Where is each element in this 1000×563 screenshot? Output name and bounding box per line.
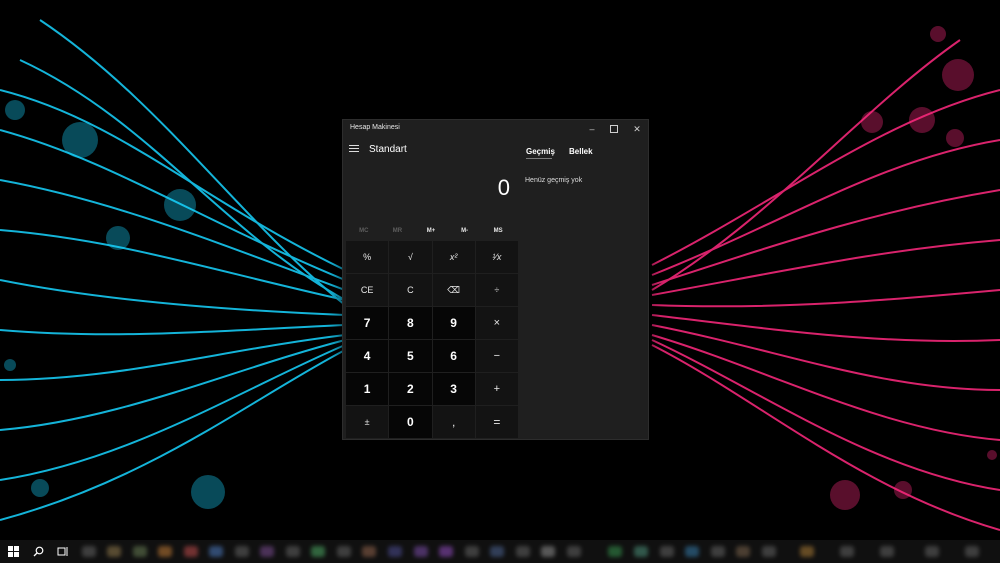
equals-button[interactable]: = — [475, 406, 518, 438]
subtract-button[interactable]: − — [475, 340, 518, 372]
taskbar-app-icon[interactable] — [388, 546, 402, 557]
digit-3-button[interactable]: 3 — [432, 373, 475, 405]
taskbar-app-icon[interactable] — [567, 546, 581, 557]
title-bar[interactable]: Hesap Makinesi – ✕ — [343, 120, 648, 138]
decimal-button[interactable]: , — [432, 406, 475, 438]
taskbar-app-icon[interactable] — [82, 546, 96, 557]
taskbar-app-icon[interactable] — [107, 546, 121, 557]
empty-history-message: Henüz geçmiş yok — [525, 177, 583, 184]
calculator-mode-title: Standart — [369, 144, 407, 155]
window-title: Hesap Makinesi — [350, 124, 400, 131]
taskbar-app-icon[interactable] — [439, 546, 453, 557]
clear-entry-button[interactable]: CE — [346, 274, 389, 306]
taskbar-app-icon[interactable] — [840, 546, 854, 557]
start-button[interactable] — [6, 544, 21, 559]
digit-9-button[interactable]: 9 — [432, 307, 475, 339]
tab-history[interactable]: Geçmiş — [526, 147, 555, 156]
taskbar-app-icon[interactable] — [762, 546, 776, 557]
square-root-button[interactable]: √ — [389, 241, 432, 273]
taskbar-app-icon[interactable] — [516, 546, 530, 557]
digit-5-button[interactable]: 5 — [389, 340, 432, 372]
taskbar-app-icon[interactable] — [260, 546, 274, 557]
memory-row: MC MR M+ M- MS — [347, 224, 515, 238]
windows-logo-icon — [8, 546, 19, 557]
keypad: % √ x² ¹⁄x CE C ⌫ ÷ 7 8 9 × 4 5 6 − 1 2 … — [346, 241, 518, 438]
task-view-icon — [57, 547, 67, 556]
taskbar — [0, 540, 1000, 563]
memory-recall-button[interactable]: MR — [381, 224, 415, 238]
maximize-button[interactable] — [603, 120, 625, 138]
taskbar-app-icon[interactable] — [965, 546, 979, 557]
negate-button[interactable]: ± — [346, 406, 389, 438]
taskbar-app-icon[interactable] — [158, 546, 172, 557]
taskbar-app-icon[interactable] — [465, 546, 479, 557]
taskbar-app-icon[interactable] — [209, 546, 223, 557]
search-button[interactable] — [31, 544, 46, 559]
backspace-button[interactable]: ⌫ — [432, 274, 475, 306]
square-button[interactable]: x² — [432, 241, 475, 273]
digit-2-button[interactable]: 2 — [389, 373, 432, 405]
taskbar-app-icon[interactable] — [736, 546, 750, 557]
taskbar-app-icon[interactable] — [541, 546, 555, 557]
digit-7-button[interactable]: 7 — [346, 307, 389, 339]
taskbar-app-icon[interactable] — [925, 546, 939, 557]
taskbar-app-icon[interactable] — [660, 546, 674, 557]
taskbar-app-icon[interactable] — [414, 546, 428, 557]
close-icon: ✕ — [633, 123, 641, 134]
result-display: 0 — [497, 175, 510, 200]
taskbar-app-icon[interactable] — [685, 546, 699, 557]
hamburger-menu-icon[interactable] — [349, 145, 359, 153]
task-view-button[interactable] — [55, 544, 70, 559]
digit-4-button[interactable]: 4 — [346, 340, 389, 372]
search-icon — [33, 546, 44, 557]
memory-subtract-button[interactable]: M- — [448, 224, 482, 238]
divide-button[interactable]: ÷ — [475, 274, 518, 306]
reciprocal-button[interactable]: ¹⁄x — [475, 241, 518, 273]
minimize-button[interactable]: – — [581, 120, 603, 138]
digit-1-button[interactable]: 1 — [346, 373, 389, 405]
taskbar-app-icon[interactable] — [490, 546, 504, 557]
taskbar-app-icon[interactable] — [711, 546, 725, 557]
maximize-icon — [610, 125, 618, 133]
taskbar-app-icon[interactable] — [800, 546, 814, 557]
taskbar-app-icon[interactable] — [608, 546, 622, 557]
taskbar-app-icon[interactable] — [235, 546, 249, 557]
add-button[interactable]: + — [475, 373, 518, 405]
minimize-icon: – — [589, 124, 595, 134]
taskbar-app-icon[interactable] — [133, 546, 147, 557]
digit-8-button[interactable]: 8 — [389, 307, 432, 339]
taskbar-app-icon[interactable] — [634, 546, 648, 557]
digit-0-button[interactable]: 0 — [389, 406, 432, 438]
close-button[interactable]: ✕ — [626, 120, 648, 138]
calculator-window[interactable]: Hesap Makinesi – ✕ Standart 0 MC MR M+ M… — [342, 119, 649, 440]
taskbar-app-icon[interactable] — [337, 546, 351, 557]
memory-add-button[interactable]: M+ — [414, 224, 448, 238]
digit-6-button[interactable]: 6 — [432, 340, 475, 372]
tab-memory[interactable]: Bellek — [569, 147, 593, 156]
taskbar-app-icon[interactable] — [286, 546, 300, 557]
memory-store-button[interactable]: MS — [481, 224, 515, 238]
percent-button[interactable]: % — [346, 241, 389, 273]
taskbar-app-icon[interactable] — [880, 546, 894, 557]
multiply-button[interactable]: × — [475, 307, 518, 339]
taskbar-app-icon[interactable] — [184, 546, 198, 557]
active-tab-indicator — [526, 158, 552, 159]
taskbar-app-icon[interactable] — [311, 546, 325, 557]
memory-clear-button[interactable]: MC — [347, 224, 381, 238]
clear-button[interactable]: C — [389, 274, 432, 306]
taskbar-app-icon[interactable] — [362, 546, 376, 557]
